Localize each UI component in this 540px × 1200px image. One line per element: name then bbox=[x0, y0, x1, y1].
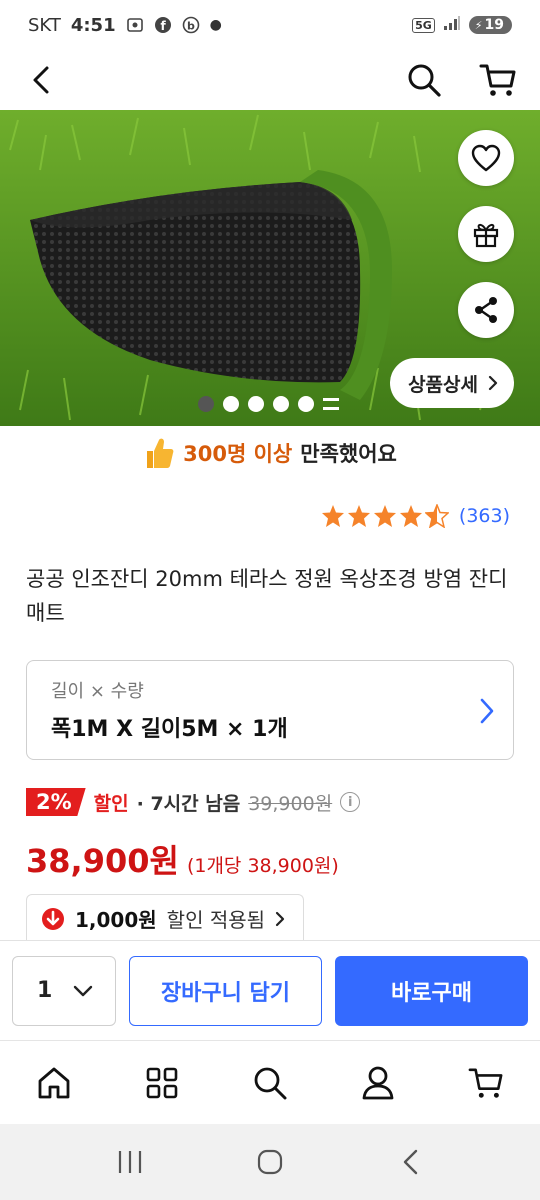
back-system-button[interactable] bbox=[380, 1132, 440, 1192]
star-full-icon bbox=[321, 505, 344, 527]
product-image-carousel[interactable]: 상품상세 bbox=[0, 110, 540, 426]
rating[interactable]: (363) bbox=[321, 504, 510, 528]
heart-icon bbox=[471, 144, 501, 172]
back-button[interactable] bbox=[20, 58, 64, 102]
search-icon bbox=[408, 64, 441, 97]
star-rating bbox=[321, 504, 449, 528]
discount-time-left: · 7시간 남음 bbox=[136, 792, 241, 815]
system-navigation-bar bbox=[0, 1124, 540, 1200]
top-nav-actions bbox=[402, 58, 520, 102]
screenshot-icon bbox=[126, 16, 144, 34]
charging-icon: ⚡ bbox=[474, 18, 483, 32]
cart-button[interactable] bbox=[476, 58, 520, 102]
product-detail-button[interactable]: 상품상세 bbox=[390, 358, 514, 408]
signal-icon bbox=[443, 15, 461, 35]
facebook-icon: f bbox=[154, 16, 172, 34]
coupon-amount: 1,000원 bbox=[75, 908, 157, 932]
tab-cart[interactable] bbox=[456, 1053, 516, 1113]
share-icon bbox=[475, 297, 497, 323]
satisfaction-text: 만족했어요 bbox=[300, 442, 397, 466]
tab-search[interactable] bbox=[240, 1053, 300, 1113]
tab-my-page[interactable] bbox=[348, 1053, 408, 1113]
star-full-icon bbox=[399, 505, 422, 527]
status-right: 5G ⚡ 19 bbox=[412, 15, 512, 35]
discount-percent-badge: 2% bbox=[26, 788, 86, 816]
home-button-icon bbox=[257, 1149, 283, 1175]
battery-level: 19 bbox=[484, 17, 504, 33]
back-icon bbox=[33, 66, 49, 94]
coupon-applied[interactable]: 1,000원 할인 적용됨 bbox=[26, 894, 305, 942]
network-5g-icon: 5G bbox=[412, 17, 435, 33]
battery-indicator: ⚡ 19 bbox=[468, 16, 512, 34]
tab-home[interactable] bbox=[24, 1053, 84, 1113]
tab-category[interactable] bbox=[132, 1053, 192, 1113]
product-detail-label: 상품상세 bbox=[408, 373, 478, 396]
option-selector[interactable]: 길이 × 수량 폭1M X 길이5M × 1개 bbox=[26, 660, 514, 760]
carousel-dot[interactable] bbox=[248, 396, 264, 412]
cart-icon bbox=[479, 64, 516, 96]
chevron-right-icon bbox=[480, 698, 494, 724]
top-nav bbox=[0, 50, 540, 110]
home-icon bbox=[38, 1067, 70, 1098]
carousel-dot[interactable] bbox=[273, 396, 289, 412]
satisfaction-count: 300명 이상 bbox=[183, 442, 293, 466]
chevron-right-icon bbox=[275, 911, 285, 926]
quantity-value: 1 bbox=[37, 978, 53, 1003]
my-page-icon bbox=[362, 1066, 394, 1099]
discount-row: 2% 할인 · 7시간 남음 39,900원 i bbox=[26, 788, 361, 816]
carousel-indicator bbox=[198, 396, 339, 412]
cart-icon bbox=[468, 1067, 503, 1098]
add-to-cart-button[interactable]: 장바구니 담기 bbox=[129, 955, 322, 1026]
notification-dot-icon: ● bbox=[209, 17, 222, 33]
category-icon bbox=[146, 1067, 178, 1098]
product-title: 공공 인조잔디 20mm 테라스 정원 옥상조경 방염 잔디매트 bbox=[26, 567, 508, 625]
search-icon bbox=[254, 1067, 287, 1099]
gift-button[interactable] bbox=[458, 206, 514, 262]
carousel-dot[interactable] bbox=[298, 396, 314, 412]
price-row: 38,900원 (1개당 38,900원) bbox=[26, 836, 339, 882]
status-left: SKT 4:51 f b ● bbox=[28, 15, 222, 36]
original-price: 39,900원 bbox=[248, 792, 333, 815]
option-value: 폭1M X 길이5M × 1개 bbox=[51, 717, 288, 742]
option-label: 길이 × 수량 bbox=[51, 681, 144, 702]
carousel-more-icon[interactable] bbox=[323, 398, 339, 410]
svg-text:f: f bbox=[160, 19, 166, 33]
carrier: SKT bbox=[28, 14, 61, 36]
chevron-down-icon bbox=[73, 985, 93, 996]
satisfaction-banner: 300명 이상 만족했어요 bbox=[0, 432, 540, 474]
bottom-tab-bar bbox=[0, 1040, 540, 1124]
home-system-button[interactable] bbox=[240, 1132, 300, 1192]
down-arrow-circle-icon bbox=[42, 907, 64, 930]
chevron-right-icon bbox=[488, 375, 498, 391]
clock: 4:51 bbox=[70, 14, 116, 36]
search-button[interactable] bbox=[402, 58, 446, 102]
thumbs-up-icon bbox=[147, 438, 174, 468]
quantity-select[interactable]: 1 bbox=[12, 955, 116, 1026]
star-full-icon bbox=[347, 505, 370, 527]
unit-price: (1개당 38,900원) bbox=[186, 855, 339, 877]
carousel-dot[interactable] bbox=[198, 396, 214, 412]
star-half-icon bbox=[424, 504, 449, 528]
purchase-bar: 1 장바구니 담기 바로구매 bbox=[0, 940, 540, 1040]
svg-text:b: b bbox=[187, 20, 195, 33]
share-button[interactable] bbox=[458, 282, 514, 338]
sale-price: 38,900원 bbox=[26, 842, 179, 880]
carousel-dot[interactable] bbox=[223, 396, 239, 412]
coupon-text: 할인 적용됨 bbox=[166, 908, 266, 932]
gift-icon bbox=[473, 223, 499, 248]
discount-label: 할인 bbox=[93, 792, 129, 815]
star-full-icon bbox=[373, 505, 396, 527]
info-icon[interactable]: i bbox=[340, 792, 361, 812]
buy-now-button[interactable]: 바로구매 bbox=[335, 955, 528, 1026]
back-button-icon bbox=[403, 1149, 418, 1175]
app-b-icon: b bbox=[182, 16, 200, 34]
recent-apps-icon bbox=[118, 1151, 142, 1173]
review-count-link[interactable]: (363) bbox=[459, 505, 510, 527]
wishlist-button[interactable] bbox=[458, 130, 514, 186]
recent-apps-button[interactable] bbox=[100, 1132, 160, 1192]
status-bar: SKT 4:51 f b ● 5G ⚡ 19 bbox=[0, 0, 540, 50]
